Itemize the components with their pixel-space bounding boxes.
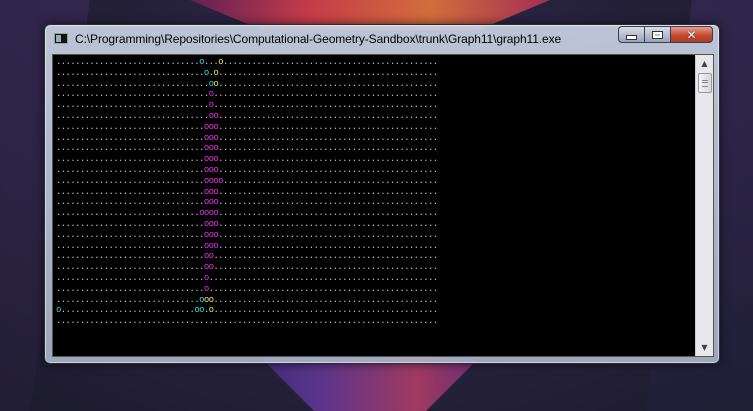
graph-node-marker: o — [213, 186, 219, 197]
minimize-icon — [626, 35, 637, 40]
console-row: ...............................ooo......… — [56, 197, 438, 208]
console-row: ...............................ooo......… — [56, 132, 438, 143]
console-row: ..............................ooo.......… — [56, 294, 438, 305]
graph-node-marker: o — [203, 283, 209, 294]
graph-node-marker: o — [203, 272, 209, 283]
console-row: ................................o.......… — [56, 100, 438, 111]
console-row: o............................oo.o.......… — [56, 305, 438, 316]
console-row: ..............................oooo......… — [56, 208, 438, 219]
graph-node-marker: o — [218, 57, 223, 67]
close-icon: ✕ — [686, 27, 697, 42]
graph-node-marker: o — [213, 197, 219, 208]
console-row: ................................oo......… — [56, 110, 438, 121]
graph-node-marker: o — [213, 78, 219, 89]
graph-node-marker: o — [203, 67, 209, 78]
console-row: ...............................ooo......… — [56, 240, 438, 251]
graph-node-marker: o — [213, 240, 219, 251]
graph-node-marker: o — [213, 132, 219, 143]
graph-node-marker: o — [208, 251, 214, 262]
console-row: ...............................oo.......… — [56, 262, 438, 273]
window-title: C:\Programming\Repositories\Computationa… — [75, 32, 562, 46]
graph-node-marker: o — [213, 218, 219, 229]
graph-node-marker: o — [208, 89, 214, 100]
console-row: ................................oo......… — [56, 78, 438, 89]
console-row: ...............................o........… — [56, 283, 438, 294]
character-grid: ..............................o...o.....… — [56, 57, 438, 327]
graph-node-marker: o — [213, 154, 219, 165]
graph-node-marker: o — [213, 143, 219, 154]
caption-buttons: ✕ — [618, 26, 713, 44]
console-row: ...............................ooo......… — [56, 229, 438, 240]
console-row: ........................................… — [56, 316, 438, 327]
console-row: ...............................ooo......… — [56, 186, 438, 197]
graph-node-marker: o — [208, 305, 214, 316]
scroll-thumb[interactable] — [698, 73, 712, 93]
graph-node-marker: o — [213, 110, 219, 121]
console-row: ...............................ooo......… — [56, 121, 438, 132]
graph-node-marker: o — [213, 121, 219, 132]
graph-node-marker: o — [213, 67, 219, 78]
console-row: ...............................o........… — [56, 272, 438, 283]
graph-node-marker: o — [199, 305, 204, 316]
console-row: ...............................oo.......… — [56, 251, 438, 262]
graph-node-marker: o — [199, 57, 204, 67]
vertical-scrollbar[interactable]: ▲ ▼ — [695, 55, 713, 356]
console-row: ...............................ooo......… — [56, 164, 438, 175]
minimize-button[interactable] — [618, 26, 644, 43]
console-row: ..............................o...o.....… — [56, 57, 438, 67]
console-row: ...............................oooo.....… — [56, 175, 438, 186]
console-output[interactable]: ..............................o...o.....… — [52, 54, 714, 357]
graph-node-marker: o — [208, 262, 214, 273]
graph-node-marker: o — [213, 208, 219, 219]
console-row: ...............................ooo......… — [56, 143, 438, 154]
console-row: ...............................ooo......… — [56, 218, 438, 229]
title-bar[interactable]: C:\Programming\Repositories\Computationa… — [45, 25, 719, 52]
graph-node-marker: o — [208, 294, 214, 305]
console-app-icon[interactable] — [54, 33, 68, 44]
console-window[interactable]: C:\Programming\Repositories\Computationa… — [44, 24, 720, 364]
scroll-up-icon[interactable]: ▲ — [696, 55, 713, 72]
graph-node-marker: o — [56, 305, 61, 316]
scroll-down-icon[interactable]: ▼ — [696, 339, 713, 356]
close-button[interactable]: ✕ — [670, 26, 713, 43]
graph-node-marker: o — [208, 100, 214, 111]
console-row: ...............................ooo......… — [56, 154, 438, 165]
maximize-button[interactable] — [644, 26, 670, 43]
graph-node-marker: o — [218, 175, 223, 186]
console-row: ...............................o.o......… — [56, 67, 438, 78]
graph-node-marker: o — [213, 229, 219, 240]
maximize-icon — [652, 30, 663, 39]
console-row: ................................o.......… — [56, 89, 438, 100]
graph-node-marker: o — [213, 164, 219, 175]
